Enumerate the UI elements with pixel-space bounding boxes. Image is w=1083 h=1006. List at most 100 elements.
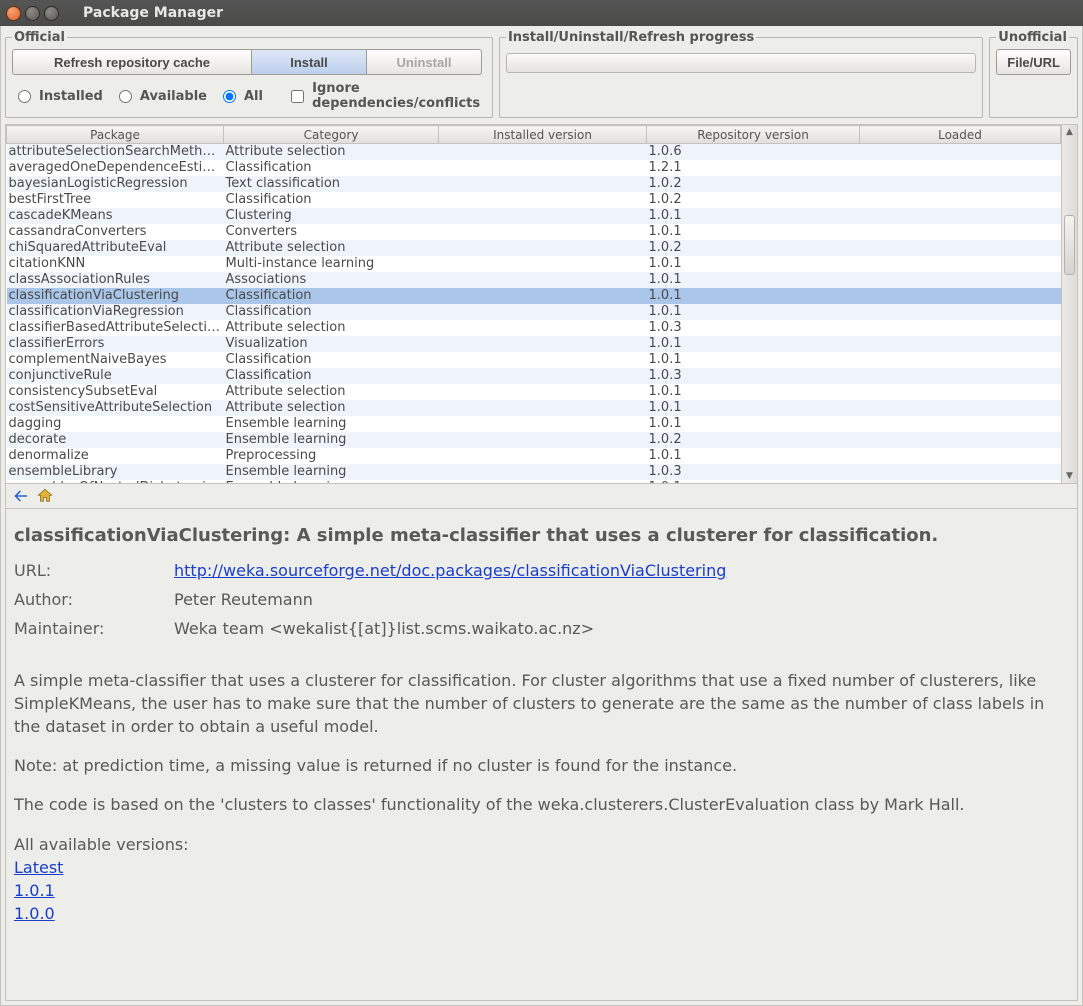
scroll-down-icon[interactable]: ▼ xyxy=(1062,469,1077,483)
loaded-cell xyxy=(860,208,1061,224)
column-header[interactable]: Category xyxy=(224,126,439,144)
detail-pane: classificationViaClustering: A simple me… xyxy=(5,509,1078,1001)
table-row[interactable]: cassandraConvertersConverters1.0.1 xyxy=(7,224,1061,240)
detail-heading: classificationViaClustering: A simple me… xyxy=(14,523,1069,549)
repo-cell: 1.0.2 xyxy=(647,176,860,192)
repo-cell: 1.0.1 xyxy=(647,336,860,352)
ignore-deps-label[interactable]: Ignore dependencies/conflicts xyxy=(312,81,482,111)
pkg-cell: classifierErrors xyxy=(7,336,224,352)
scroll-thumb[interactable] xyxy=(1064,215,1075,275)
table-row[interactable]: classifierErrorsVisualization1.0.1 xyxy=(7,336,1061,352)
detail-nav xyxy=(5,484,1078,509)
table-row[interactable]: attributeSelectionSearchMethodsAttribute… xyxy=(7,144,1061,160)
inst-cell xyxy=(439,464,647,480)
inst-cell xyxy=(439,208,647,224)
table-row[interactable]: chiSquaredAttributeEvalAttribute selecti… xyxy=(7,240,1061,256)
close-icon[interactable] xyxy=(6,6,21,21)
table-row[interactable]: denormalizePreprocessing1.0.1 xyxy=(7,448,1061,464)
ignore-deps-checkbox[interactable] xyxy=(291,90,304,103)
cat-cell: Classification xyxy=(224,288,439,304)
maximize-icon[interactable] xyxy=(44,6,59,21)
inst-cell xyxy=(439,272,647,288)
column-header[interactable]: Loaded xyxy=(860,126,1061,144)
table-row[interactable]: classifierBasedAttributeSelectionAttribu… xyxy=(7,320,1061,336)
table-row[interactable]: classificationViaClusteringClassificatio… xyxy=(7,288,1061,304)
refresh-button[interactable]: Refresh repository cache xyxy=(12,49,252,75)
table-row[interactable]: ensemblesOfNestedDichotomiesEnsemble lea… xyxy=(7,480,1061,484)
table-row[interactable]: classAssociationRulesAssociations1.0.1 xyxy=(7,272,1061,288)
column-header[interactable]: Repository version xyxy=(647,126,860,144)
uninstall-button[interactable]: Uninstall xyxy=(367,49,482,75)
table-row[interactable]: ensembleLibraryEnsemble learning 1.0.3 xyxy=(7,464,1061,480)
inst-cell xyxy=(439,384,647,400)
cat-cell: Attribute selection xyxy=(224,320,439,336)
radio-installed-label[interactable]: Installed xyxy=(39,89,103,104)
progress-box: Install/Uninstall/Refresh progress xyxy=(499,30,983,118)
main-frame: Official Refresh repository cache Instal… xyxy=(0,26,1083,1006)
cat-cell: Classification xyxy=(224,368,439,384)
pkg-cell: cassandraConverters xyxy=(7,224,224,240)
repo-cell: 1.0.1 xyxy=(647,416,860,432)
table-row[interactable]: daggingEnsemble learning1.0.1 xyxy=(7,416,1061,432)
table-row[interactable]: averagedOneDependenceEstim...Classificat… xyxy=(7,160,1061,176)
loaded-cell xyxy=(860,320,1061,336)
loaded-cell xyxy=(860,448,1061,464)
loaded-cell xyxy=(860,480,1061,484)
table-row[interactable]: cascadeKMeansClustering1.0.1 xyxy=(7,208,1061,224)
table-row[interactable]: citationKNNMulti-instance learning1.0.1 xyxy=(7,256,1061,272)
repo-cell: 1.0.1 xyxy=(647,256,860,272)
cat-cell: Converters xyxy=(224,224,439,240)
cat-cell: Clustering xyxy=(224,208,439,224)
inst-cell xyxy=(439,288,647,304)
version-link[interactable]: Latest xyxy=(14,856,63,879)
back-arrow-icon[interactable] xyxy=(12,487,30,505)
table-row[interactable]: bestFirstTreeClassification1.0.2 xyxy=(7,192,1061,208)
version-link[interactable]: 1.0.0 xyxy=(14,902,55,925)
radio-all-label[interactable]: All xyxy=(244,89,263,104)
detail-heading-desc: : A simple meta-classifier that uses a c… xyxy=(283,525,938,546)
table-row[interactable]: classificationViaRegressionClassificatio… xyxy=(7,304,1061,320)
official-box: Official Refresh repository cache Instal… xyxy=(5,30,493,118)
cat-cell: Ensemble learning xyxy=(224,432,439,448)
cat-cell: Classification xyxy=(224,160,439,176)
radio-available[interactable] xyxy=(119,90,132,103)
cat-cell: Ensemble learning xyxy=(224,464,439,480)
radio-available-label[interactable]: Available xyxy=(140,89,207,104)
repo-cell: 1.0.3 xyxy=(647,464,860,480)
cat-cell: Attribute selection xyxy=(224,144,439,160)
url-link[interactable]: http://weka.sourceforge.net/doc.packages… xyxy=(174,561,726,580)
cat-cell: Preprocessing xyxy=(224,448,439,464)
table-row[interactable]: decorateEnsemble learning1.0.2 xyxy=(7,432,1061,448)
repo-cell: 1.0.2 xyxy=(647,432,860,448)
table-row[interactable]: costSensitiveAttributeSelectionAttribute… xyxy=(7,400,1061,416)
vertical-scrollbar[interactable]: ▲ ▼ xyxy=(1061,125,1077,483)
minimize-icon[interactable] xyxy=(25,6,40,21)
column-header[interactable]: Installed version xyxy=(439,126,647,144)
column-header[interactable]: Package xyxy=(7,126,224,144)
loaded-cell xyxy=(860,176,1061,192)
table-row[interactable]: complementNaiveBayesClassification1.0.1 xyxy=(7,352,1061,368)
table-row[interactable]: conjunctiveRuleClassification1.0.3 xyxy=(7,368,1061,384)
unofficial-legend: Unofficial xyxy=(996,30,1069,45)
radio-all[interactable] xyxy=(223,90,236,103)
loaded-cell xyxy=(860,160,1061,176)
repo-cell: 1.0.1 xyxy=(647,400,860,416)
pkg-cell: classifierBasedAttributeSelection xyxy=(7,320,224,336)
inst-cell xyxy=(439,368,647,384)
fileurl-button[interactable]: File/URL xyxy=(996,49,1071,75)
package-table[interactable]: PackageCategoryInstalled versionReposito… xyxy=(6,125,1061,483)
table-row[interactable]: consistencySubsetEvalAttribute selection… xyxy=(7,384,1061,400)
cat-cell: Associations xyxy=(224,272,439,288)
install-button[interactable]: Install xyxy=(252,49,367,75)
radio-installed[interactable] xyxy=(18,90,31,103)
repo-cell: 1.0.3 xyxy=(647,368,860,384)
cat-cell: Classification xyxy=(224,304,439,320)
pkg-cell: ensembleLibrary xyxy=(7,464,224,480)
loaded-cell xyxy=(860,464,1061,480)
home-icon[interactable] xyxy=(36,487,54,505)
version-link[interactable]: 1.0.1 xyxy=(14,879,55,902)
table-row[interactable]: bayesianLogisticRegressionText classific… xyxy=(7,176,1061,192)
scroll-up-icon[interactable]: ▲ xyxy=(1062,125,1077,139)
pkg-cell: bestFirstTree xyxy=(7,192,224,208)
cat-cell: Attribute selection xyxy=(224,384,439,400)
